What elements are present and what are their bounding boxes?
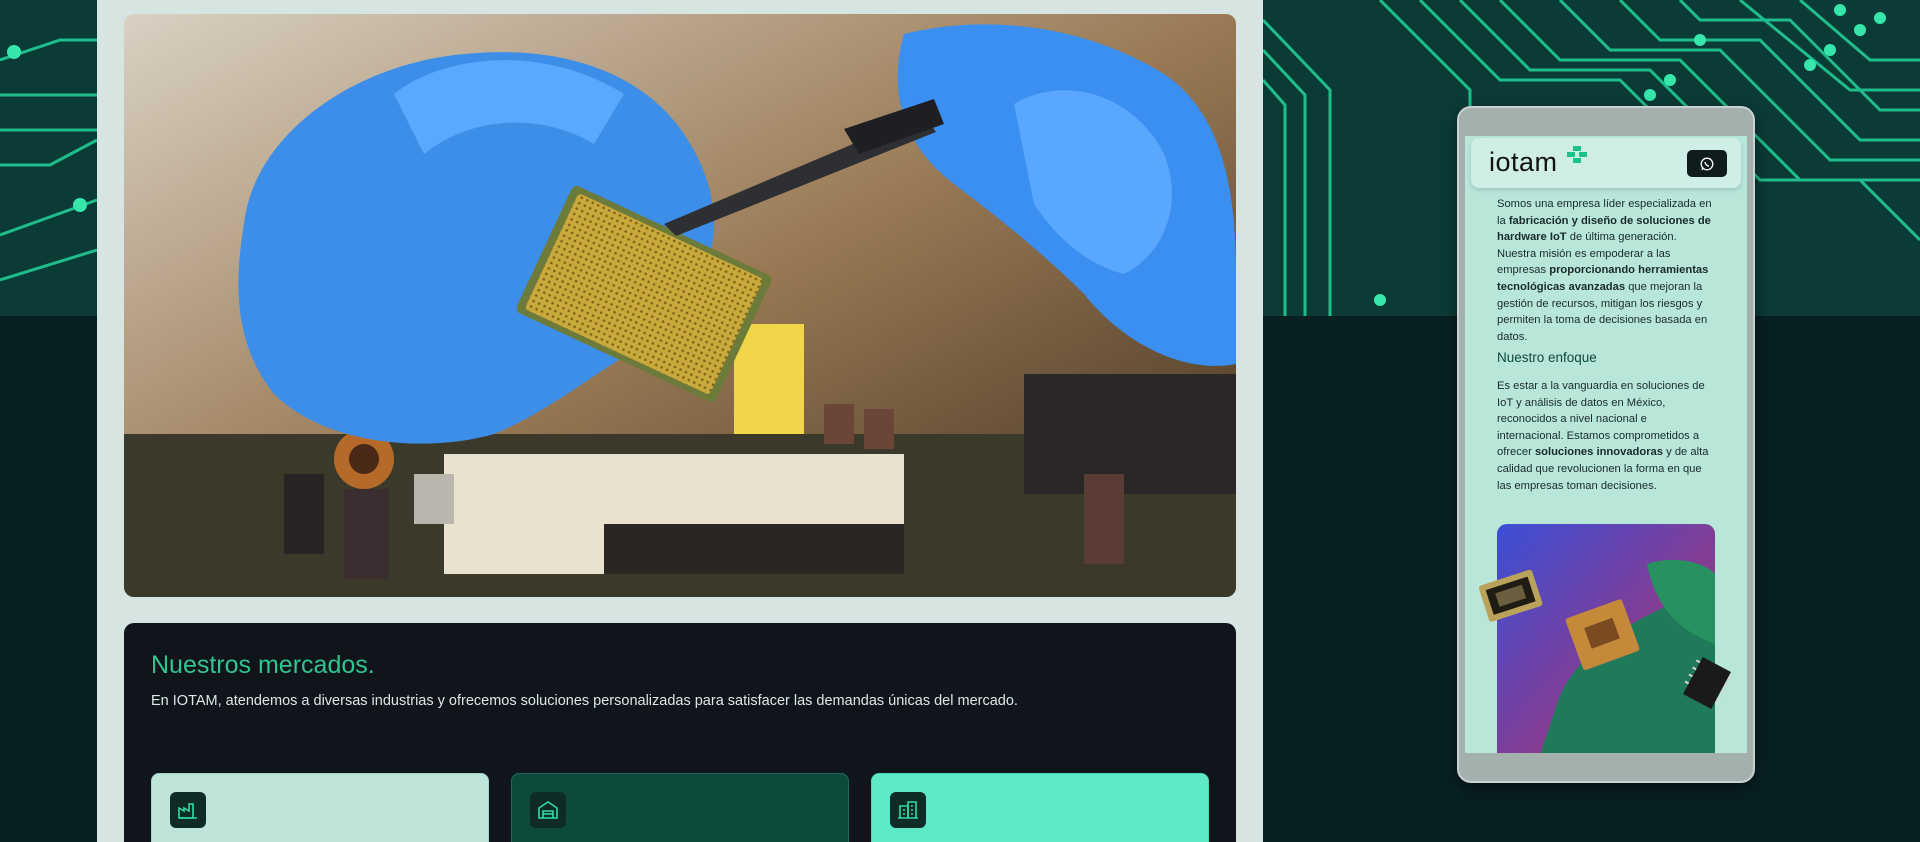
hero-image xyxy=(124,14,1236,597)
factory-icon xyxy=(170,792,206,828)
building-icon xyxy=(890,792,926,828)
markets-title: Nuestros mercados. xyxy=(151,651,375,679)
whatsapp-icon xyxy=(1700,157,1714,170)
market-card-buildings[interactable] xyxy=(871,773,1209,842)
whatsapp-button[interactable] xyxy=(1687,150,1727,177)
approach-text-2: soluciones innovadoras xyxy=(1534,446,1664,459)
phone-header: iotam xyxy=(1471,138,1741,188)
approach-heading: Nuestro enfoque xyxy=(1497,350,1597,365)
main-panel: Nuestros mercados. En IOTAM, atendemos a… xyxy=(97,0,1263,842)
logo-mark-icon xyxy=(1567,146,1587,163)
phone-mockup: iotam Somos una empresa líder especializ… xyxy=(1457,106,1755,783)
warehouse-icon xyxy=(530,792,566,828)
iotam-logo[interactable]: iotam xyxy=(1489,147,1558,178)
market-card-warehouse[interactable] xyxy=(511,773,849,842)
about-paragraph: Somos una empresa líder especializada en… xyxy=(1497,196,1712,345)
approach-paragraph: Es estar a la vanguardia en soluciones d… xyxy=(1497,378,1712,494)
phone-chip-image xyxy=(1497,524,1715,753)
floating-chip-icon xyxy=(1478,569,1543,622)
market-card-industry[interactable] xyxy=(151,773,489,842)
floating-component-icon xyxy=(1683,656,1733,710)
markets-section: Nuestros mercados. En IOTAM, atendemos a… xyxy=(124,623,1236,842)
markets-subtitle: En IOTAM, atendemos a diversas industria… xyxy=(151,693,1018,709)
